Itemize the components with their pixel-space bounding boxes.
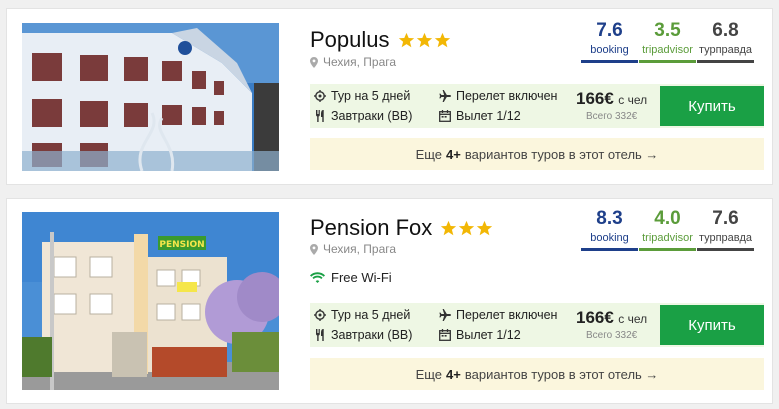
more-tours-link[interactable]: Еще 4+ вариантов туров в этот отель → [310,358,764,390]
hotel-card: PENSION Pension Fox Чехия, Прага 8.3 boo… [6,198,773,404]
star-icon [434,32,450,47]
plane-icon [439,90,451,102]
buy-button[interactable]: Купить [660,86,764,126]
rating-turpravda[interactable]: 6.8 турправда [697,19,754,63]
rating-label: турправда [698,44,753,56]
tour-duration: Тур на 5 дней [314,308,410,322]
map-pin-icon [310,56,318,68]
rating-value: 7.6 [596,20,623,41]
wifi-text: Free Wi-Fi [331,270,392,285]
rating-label: tripadvisor [642,232,693,244]
hotel-location: Чехия, Прага [310,55,396,69]
rating-value: 8.3 [596,208,623,229]
departure-date: Вылет 1/12 [439,109,521,123]
rating-value: 4.0 [654,208,681,229]
flight-info: Перелет включен [439,89,557,103]
rating-label: booking [590,232,629,244]
wifi-amenity: Free Wi-Fi [310,270,392,285]
flight-info: Перелет включен [439,308,557,322]
meal-plan: Завтраки (BB) [314,328,412,342]
price-value: 166€ [576,89,614,108]
tour-offer: Тур на 5 дней Завтраки (BB) Перелет вклю… [310,84,764,128]
price-unit: с чел [618,312,648,326]
more-tours-count: 4+ [446,366,461,382]
hotel-location: Чехия, Прага [310,242,396,256]
hotel-stars [440,220,493,237]
hotel-card: Populus Чехия, Прага 7.6 booking 3.5 tri… [6,8,773,185]
ratings: 7.6 booking 3.5 tripadvisor 6.8 турправд… [581,19,755,63]
plane-icon [439,309,451,321]
tour-duration-text: Тур на 5 дней [331,308,411,322]
gear-icon [314,309,326,321]
hotel-name[interactable]: Pension Fox [310,215,432,241]
calendar-icon [439,110,451,122]
more-tours-link[interactable]: Еще 4+ вариантов туров в этот отель → [310,138,764,170]
photo-sign: PENSION [159,240,204,250]
tour-offer: Тур на 5 дней Завтраки (BB) Перелет вклю… [310,303,764,347]
hotel-photo[interactable]: PENSION [22,212,279,390]
location-text: Чехия, Прага [323,55,397,69]
price-total: Всего 332€ [586,111,638,122]
star-icon [416,32,432,47]
hotel-list: Populus Чехия, Прага 7.6 booking 3.5 tri… [0,0,779,409]
price-unit: с чел [618,93,648,107]
buy-button[interactable]: Купить [660,305,764,345]
hotel-name[interactable]: Populus [310,27,390,53]
price: 166€ с чел [576,308,647,328]
more-tours-prefix: Еще [415,146,443,162]
price-total: Всего 332€ [586,330,638,341]
tour-duration-text: Тур на 5 дней [331,89,411,103]
rating-label: booking [590,44,629,56]
location-text: Чехия, Прага [323,242,397,256]
fork-knife-icon [315,110,324,122]
hotel-stars [398,32,451,49]
rating-booking[interactable]: 7.6 booking [581,19,638,63]
wifi-icon [310,271,325,283]
rating-value: 6.8 [712,20,739,41]
rating-turpravda[interactable]: 7.6 турправда [697,207,754,251]
ratings: 8.3 booking 4.0 tripadvisor 7.6 турправд… [581,207,755,251]
rating-tripadvisor[interactable]: 4.0 tripadvisor [639,207,696,251]
rating-label: турправда [698,232,753,244]
rating-label: tripadvisor [642,44,693,56]
price: 166€ с чел [576,89,647,109]
calendar-icon [439,329,451,341]
meal-plan: Завтраки (BB) [314,109,412,123]
meal-plan-text: Завтраки (BB) [331,109,413,123]
tour-duration: Тур на 5 дней [314,89,410,103]
rating-tripadvisor[interactable]: 3.5 tripadvisor [639,19,696,63]
map-pin-icon [310,243,318,255]
flight-info-text: Перелет включен [456,308,558,322]
more-tours-count: 4+ [446,146,461,162]
meal-plan-text: Завтраки (BB) [331,328,413,342]
more-tours-suffix: вариантов туров в этот отель → [464,366,659,382]
departure-date: Вылет 1/12 [439,328,521,342]
price-value: 166€ [576,308,614,327]
gear-icon [314,90,326,102]
star-icon [398,32,414,47]
flight-info-text: Перелет включен [456,89,558,103]
more-tours-suffix: вариантов туров в этот отель → [464,146,659,162]
more-tours-prefix: Еще [415,366,443,382]
fork-knife-icon [315,329,324,341]
star-icon [477,220,493,235]
star-icon [459,220,475,235]
hotel-photo[interactable] [22,23,279,171]
departure-date-text: Вылет 1/12 [456,328,521,342]
rating-value: 7.6 [712,208,739,229]
departure-date-text: Вылет 1/12 [456,109,521,123]
rating-booking[interactable]: 8.3 booking [581,207,638,251]
rating-value: 3.5 [654,20,681,41]
star-icon [441,220,457,235]
